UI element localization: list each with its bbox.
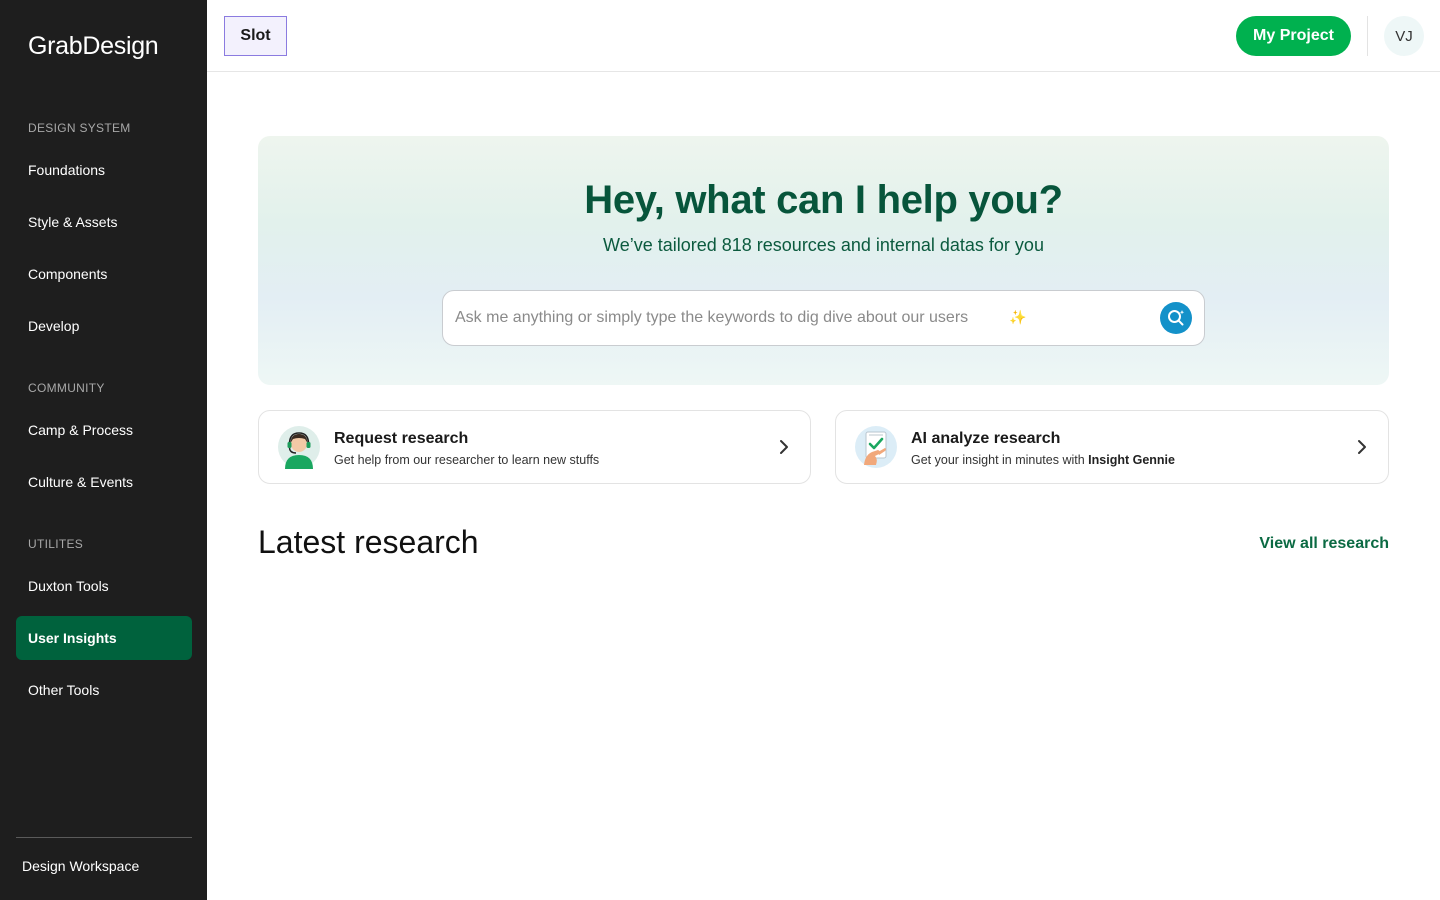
chevron-right-icon: [780, 440, 788, 454]
hero-panel: Hey, what can I help you? We’ve tailored…: [258, 136, 1389, 385]
section-label-community: COMMUNITY: [28, 381, 105, 395]
section-label-utilities: UTILITES: [28, 537, 84, 551]
avatar[interactable]: VJ: [1384, 16, 1424, 56]
card-description: Get help from our researcher to learn ne…: [334, 453, 600, 467]
sidebar-item-culture-events[interactable]: Culture & Events: [16, 460, 192, 504]
insight-gennie-label: Insight Gennie: [1088, 453, 1175, 467]
ai-analyze-research-card[interactable]: AI analyze research Get your insight in …: [835, 410, 1389, 484]
sidebar-item-foundations[interactable]: Foundations: [16, 148, 192, 192]
logo-text-design: Design: [82, 32, 159, 60]
sidebar-item-develop[interactable]: Develop: [16, 304, 192, 348]
grabdesign-logo[interactable]: GrabDesign: [28, 32, 159, 61]
my-project-button[interactable]: My Project: [1236, 16, 1351, 56]
latest-research-heading: Latest research: [258, 524, 479, 560]
header-divider: [1367, 16, 1368, 56]
sidebar-divider: [16, 837, 192, 838]
sidebar-item-other-tools[interactable]: Other Tools: [16, 668, 192, 712]
card-title: AI analyze research: [911, 430, 1061, 447]
slot-placeholder[interactable]: Slot: [224, 16, 287, 56]
chevron-right-icon: [1358, 440, 1366, 454]
sidebar-item-components[interactable]: Components: [16, 252, 192, 296]
logo-text-grab: Grab: [28, 32, 83, 60]
card-description: Get your insight in minutes with Insight…: [911, 453, 1175, 467]
researcher-headset-icon: [278, 426, 320, 469]
request-research-card[interactable]: Request research Get help from our resea…: [258, 410, 811, 484]
view-all-research-link[interactable]: View all research: [1259, 535, 1389, 553]
sparkle-icon: ✨: [1009, 309, 1027, 325]
ai-checklist-icon: [855, 426, 897, 468]
card-description-text: Get your insight in minutes with: [911, 453, 1089, 467]
search-button[interactable]: [1160, 302, 1192, 334]
search-icon: [1168, 310, 1185, 326]
design-workspace-link[interactable]: Design Workspace: [22, 858, 139, 874]
search-box: ✨: [442, 290, 1205, 346]
hero-subtitle: We’ve tailored 818 resources and interna…: [603, 235, 1044, 255]
sidebar-item-camp-process[interactable]: Camp & Process: [16, 408, 192, 452]
card-title: Request research: [334, 430, 469, 447]
sidebar-item-duxton-tools[interactable]: Duxton Tools: [16, 564, 192, 608]
section-label-design-system: DESIGN SYSTEM: [28, 121, 131, 135]
search-input[interactable]: [444, 292, 1144, 344]
top-bar: Slot My Project VJ: [207, 0, 1440, 72]
hero-title: Hey, what can I help you?: [584, 178, 1063, 222]
sidebar-item-style-assets[interactable]: Style & Assets: [16, 200, 192, 244]
sidebar: GrabDesign DESIGN SYSTEM Foundations Sty…: [0, 0, 207, 900]
sidebar-item-user-insights[interactable]: User Insights: [16, 616, 192, 660]
